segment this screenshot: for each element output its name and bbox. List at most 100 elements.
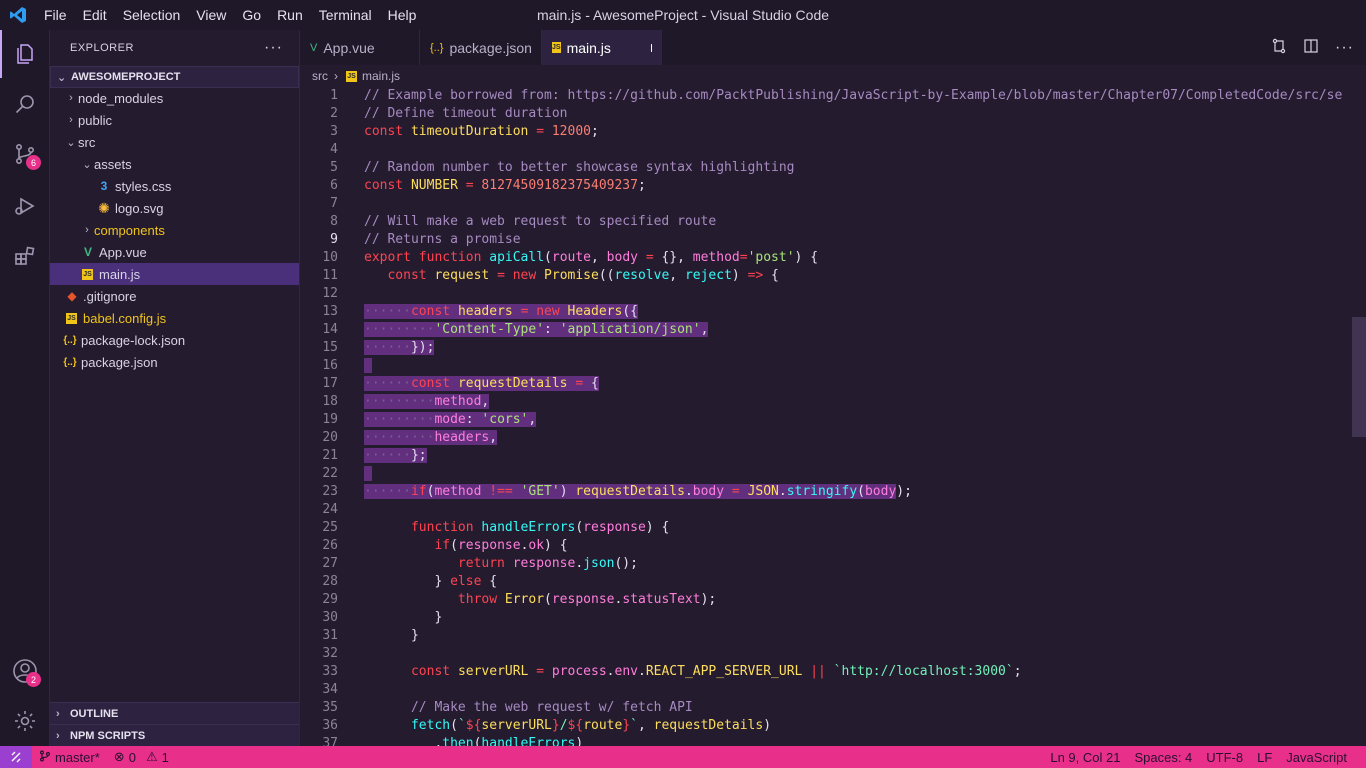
breadcrumb-src[interactable]: src	[312, 69, 328, 83]
js-file-icon: JS	[66, 312, 77, 324]
code-line: ······const requestDetails = {	[364, 376, 599, 391]
source-control-icon[interactable]: 6	[0, 130, 50, 178]
code-line: // Returns a promise	[364, 232, 521, 247]
js-file-icon: JS	[552, 42, 561, 53]
tree-item-package-json[interactable]: {..} package.json	[50, 351, 299, 373]
explorer-header: EXPLORER ···	[50, 30, 299, 66]
menu-view[interactable]: View	[188, 0, 234, 30]
chevron-down-icon: ⌄	[82, 158, 92, 171]
chevron-right-icon: ›	[334, 69, 338, 83]
explorer-sidebar: EXPLORER ··· ⌄ AWESOMEPROJECT › node_mod…	[50, 30, 300, 746]
explorer-icon[interactable]	[0, 30, 50, 78]
eol-status[interactable]: LF	[1250, 750, 1279, 765]
menu-run[interactable]: Run	[269, 0, 311, 30]
code-line: // Make the web request w/ fetch API	[410, 700, 693, 715]
line-number: 17	[322, 376, 338, 391]
tree-item-babel-config[interactable]: JS babel.config.js	[50, 307, 299, 329]
line-number: 1	[330, 88, 338, 103]
tree-item-components[interactable]: › components	[50, 219, 299, 241]
css-file-icon: 3	[100, 179, 108, 193]
problems-status[interactable]: ⊗ 0 ⚠ 1	[107, 749, 176, 765]
tab-label: App.vue	[323, 39, 375, 56]
chevron-right-icon: ›	[56, 707, 60, 720]
tab-package-json[interactable]: {..} package.json	[420, 30, 542, 65]
chevron-right-icon: ›	[56, 729, 60, 742]
more-actions-icon[interactable]: ···	[1335, 39, 1354, 57]
project-folder-header[interactable]: ⌄ AWESOMEPROJECT	[50, 66, 299, 88]
error-count: 0	[128, 749, 136, 765]
json-file-icon: {..}	[430, 41, 444, 54]
tree-item-node-modules[interactable]: › node_modules	[50, 87, 299, 109]
tree-item-public[interactable]: › public	[50, 109, 299, 131]
tree-item-app-vue[interactable]: V App.vue	[50, 241, 299, 263]
line-number: 8	[330, 214, 338, 229]
tree-item-assets[interactable]: ⌄ assets	[50, 153, 299, 175]
menu-selection[interactable]: Selection	[115, 0, 189, 30]
line-number: 21	[322, 448, 338, 463]
tree-item-src[interactable]: ⌄ src	[50, 131, 299, 153]
tree-item-label: styles.css	[115, 178, 172, 194]
menu-edit[interactable]: Edit	[75, 0, 115, 30]
js-file-icon: JS	[346, 70, 357, 82]
line-number: 6	[330, 178, 338, 193]
code-line: const NUMBER = 81274509182375409237;	[364, 178, 646, 193]
tab-app-vue[interactable]: V App.vue	[300, 30, 420, 65]
menu-bar: File Edit Selection View Go Run Terminal…	[36, 0, 424, 30]
line-number: 34	[322, 682, 338, 697]
tree-item-main-js[interactable]: JS main.js	[50, 263, 299, 285]
outline-section[interactable]: › OUTLINE	[50, 702, 299, 724]
menu-terminal[interactable]: Terminal	[311, 0, 380, 30]
tree-item-label: logo.svg	[115, 200, 164, 216]
search-icon[interactable]	[0, 80, 50, 128]
menu-help[interactable]: Help	[380, 0, 425, 30]
line-number: 23	[322, 484, 338, 499]
extensions-icon[interactable]	[0, 232, 50, 280]
branch-name: master*	[55, 749, 100, 765]
menu-file[interactable]: File	[36, 0, 75, 30]
settings-gear-icon[interactable]	[0, 697, 50, 745]
indentation-status[interactable]: Spaces: 4	[1127, 750, 1199, 765]
menu-go[interactable]: Go	[234, 0, 269, 30]
tree-item-label: assets	[94, 156, 132, 172]
line-number: 10	[322, 250, 338, 265]
breadcrumb-main-js[interactable]: main.js	[362, 69, 400, 83]
encoding-status[interactable]: UTF-8	[1199, 750, 1250, 765]
language-mode[interactable]: JavaScript	[1279, 750, 1354, 765]
code-line: const serverURL = process.env.REACT_APP_…	[410, 664, 1022, 679]
tree-item-package-lock-json[interactable]: {..} package-lock.json	[50, 329, 299, 351]
accounts-icon[interactable]: 2	[0, 647, 50, 695]
cursor-position[interactable]: Ln 9, Col 21	[1043, 750, 1127, 765]
code-line: ·········method,	[364, 394, 490, 409]
tree-item-logo-svg[interactable]: ✺ logo.svg	[50, 197, 299, 219]
line-number: 7	[330, 196, 338, 211]
open-changes-icon[interactable]	[1271, 38, 1287, 57]
source-control-badge: 6	[26, 155, 41, 170]
split-editor-icon[interactable]	[1303, 38, 1319, 57]
chevron-down-icon: ⌄	[57, 71, 67, 84]
vscode-logo-icon	[0, 0, 36, 30]
line-number: 5	[330, 160, 338, 175]
code-editor[interactable]: 1 2 3 4 5 6 7 8 9 10 11 12 13 14 15 16 17 18 19 20 21 22 23 24 2…	[300, 87, 1366, 746]
git-branch-status[interactable]: master*	[32, 750, 107, 765]
js-file-icon: JS	[82, 268, 93, 280]
line-number: 9	[330, 232, 338, 247]
line-number: 3	[330, 124, 338, 139]
code-content[interactable]: // Example borrowed from: https://github…	[364, 87, 1354, 746]
git-branch-icon	[39, 750, 51, 765]
code-line: // Will make a web request to specified …	[364, 214, 717, 229]
tree-item-gitignore[interactable]: ◆ .gitignore	[50, 285, 299, 307]
editor-scrollbar[interactable]	[1352, 317, 1366, 437]
run-debug-icon[interactable]	[0, 182, 50, 230]
error-icon: ⊗	[113, 749, 125, 764]
line-number: 37	[322, 736, 338, 746]
more-actions-icon[interactable]: ···	[264, 39, 283, 57]
json-file-icon: {..}	[63, 334, 77, 346]
npm-scripts-section[interactable]: › NPM SCRIPTS	[50, 724, 299, 746]
line-number: 11	[322, 268, 338, 283]
tab-main-js[interactable]: JS main.js	[542, 30, 662, 65]
tree-item-styles-css[interactable]: 3 styles.css	[50, 175, 299, 197]
line-number: 15	[322, 340, 338, 355]
remote-icon[interactable]	[0, 746, 32, 768]
line-number: 2	[330, 106, 338, 121]
